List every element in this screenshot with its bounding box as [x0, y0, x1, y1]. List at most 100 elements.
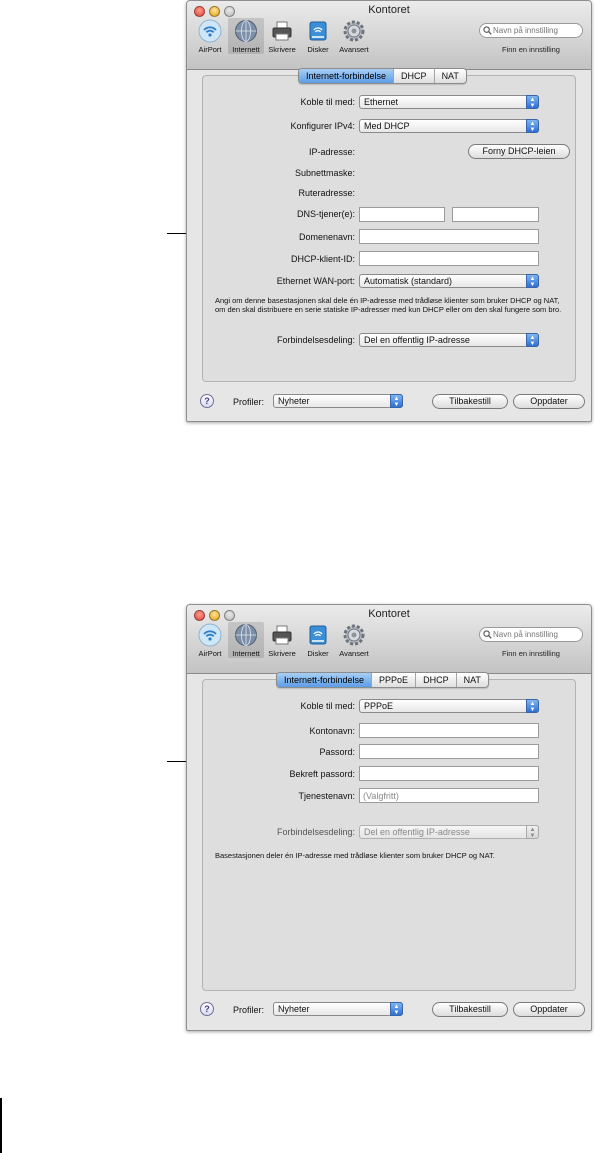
internet-globe-icon — [233, 622, 259, 648]
connection-sharing-note: Basestasjonen deler én IP-adresse med tr… — [215, 851, 495, 860]
toolbar-airport[interactable]: AirPort — [192, 622, 228, 658]
window-titlebar: Kontoret AirPort Internett Skrivere Disk… — [187, 1, 591, 70]
toolbar-internet[interactable]: Internett — [228, 622, 264, 658]
popup-arrows-icon: ▲ ▼ — [526, 699, 539, 713]
password-label: Passord: — [319, 747, 355, 757]
update-button[interactable]: Oppdater — [513, 394, 585, 409]
ip-address-label: IP-adresse: — [308, 147, 355, 157]
popup-arrows-icon: ▲ ▼ — [390, 394, 403, 408]
printer-icon — [269, 18, 295, 44]
airport-icon — [197, 18, 223, 44]
connection-sharing-popup[interactable]: Del en offentlig IP-adresse ▲ ▼ — [359, 333, 539, 347]
connection-sharing-popup[interactable]: Del en offentlig IP-adresse ▲ ▼ — [359, 825, 539, 839]
dns-server-2-field[interactable] — [452, 207, 539, 222]
tab-dhcp[interactable]: DHCP — [393, 69, 434, 83]
subnet-mask-label: Subnettmaske: — [294, 168, 355, 178]
tab-internet-connection[interactable]: Internett-forbindelse — [299, 69, 394, 83]
toolbar-advanced[interactable]: Avansert — [336, 622, 372, 658]
confirm-password-label: Bekreft passord: — [289, 769, 355, 779]
tab-nat[interactable]: NAT — [433, 69, 466, 83]
toolbar-disks[interactable]: Disker — [300, 18, 336, 54]
tab-pppoe[interactable]: PPPoE — [371, 673, 415, 687]
toolbar: AirPort Internett Skrivere Disker Avanse… — [192, 18, 372, 54]
settings-search-input[interactable] — [479, 627, 583, 642]
account-name-label: Kontonavn: — [309, 726, 355, 736]
domain-name-field[interactable] — [359, 229, 539, 244]
connection-sharing-value: Del en offentlig IP-adresse — [364, 827, 470, 837]
router-address-label: Ruteradresse: — [298, 188, 355, 198]
dns-servers-label: DNS-tjener(e): — [296, 209, 355, 219]
settings-search-input[interactable] — [479, 23, 583, 38]
search-icon — [483, 630, 492, 639]
profiles-value: Nyheter — [278, 1004, 310, 1014]
tab-bar: Internett-forbindelse DHCP NAT — [298, 68, 467, 84]
airport-utility-window-internet-pppoe: Kontoret AirPort Internett Skrivere Disk… — [186, 604, 592, 1031]
profiles-popup[interactable]: Nyheter ▲ ▼ — [273, 394, 403, 408]
window-title: Kontoret — [368, 4, 410, 16]
help-button[interactable]: ? — [200, 394, 214, 408]
confirm-password-field[interactable] — [359, 766, 539, 781]
airport-utility-window-internet-ethernet: Kontoret AirPort Internett Skrivere Disk… — [186, 0, 592, 422]
profiles-label: Profiler: — [233, 1005, 265, 1015]
toolbar-internet[interactable]: Internett — [228, 18, 264, 54]
profiles-value: Nyheter — [278, 396, 310, 406]
gear-icon — [341, 622, 367, 648]
internet-globe-icon — [233, 18, 259, 44]
toolbar-disks[interactable]: Disker — [300, 622, 336, 658]
update-button[interactable]: Oppdater — [513, 1002, 585, 1017]
domain-name-label: Domenenavn: — [298, 232, 355, 242]
popup-arrows-icon: ▲ ▼ — [526, 333, 539, 347]
connect-with-popup[interactable]: Ethernet ▲ ▼ — [359, 95, 539, 109]
disk-icon — [305, 18, 331, 44]
connect-with-label: Koble til med: — [300, 97, 355, 107]
popup-arrows-icon: ▲ ▼ — [390, 1002, 403, 1016]
connect-with-value: PPPoE — [364, 701, 394, 711]
configure-ipv4-value: Med DHCP — [364, 121, 410, 131]
renew-dhcp-lease-button[interactable]: Forny DHCP-leien — [468, 144, 570, 159]
search-icon — [483, 26, 492, 35]
tab-nat[interactable]: NAT — [455, 673, 488, 687]
ethernet-wan-port-label: Ethernet WAN-port: — [276, 276, 355, 286]
dhcp-client-id-label: DHCP-klient-ID: — [290, 254, 355, 264]
connection-sharing-label: Forbindelsesdeling: — [276, 827, 355, 837]
configure-ipv4-label: Konfigurer IPv4: — [290, 121, 355, 131]
disk-icon — [305, 622, 331, 648]
tab-bar: Internett-forbindelse PPPoE DHCP NAT — [276, 672, 489, 688]
toolbar-printers[interactable]: Skrivere — [264, 18, 300, 54]
dns-server-1-field[interactable] — [359, 207, 445, 222]
revert-button[interactable]: Tilbakestill — [432, 394, 508, 409]
toolbar-printers[interactable]: Skrivere — [264, 622, 300, 658]
help-button[interactable]: ? — [200, 1002, 214, 1016]
connection-sharing-value: Del en offentlig IP-adresse — [364, 335, 470, 345]
service-name-label: Tjenestenavn: — [298, 791, 355, 801]
popup-arrows-icon: ▲ ▼ — [526, 119, 539, 133]
window-title: Kontoret — [368, 608, 410, 620]
toolbar-advanced[interactable]: Avansert — [336, 18, 372, 54]
airport-icon — [197, 622, 223, 648]
service-name-field[interactable] — [359, 788, 539, 803]
toolbar: AirPort Internett Skrivere Disker Avanse… — [192, 622, 372, 658]
ethernet-wan-port-value: Automatisk (standard) — [364, 276, 453, 286]
revert-button[interactable]: Tilbakestill — [432, 1002, 508, 1017]
search-caption: Finn en innstilling — [502, 45, 560, 54]
page-margin-rule — [0, 1098, 2, 1153]
dhcp-client-id-field[interactable] — [359, 251, 539, 266]
gear-icon — [341, 18, 367, 44]
connect-with-label: Koble til med: — [300, 701, 355, 711]
ethernet-wan-port-popup[interactable]: Automatisk (standard) ▲ ▼ — [359, 274, 539, 288]
connection-sharing-note: Angi om denne basestasjonen skal dele én… — [215, 296, 562, 314]
window-titlebar: Kontoret AirPort Internett Skrivere Disk… — [187, 605, 591, 674]
profiles-popup[interactable]: Nyheter ▲ ▼ — [273, 1002, 403, 1016]
account-name-field[interactable] — [359, 723, 539, 738]
toolbar-airport[interactable]: AirPort — [192, 18, 228, 54]
connection-sharing-label: Forbindelsesdeling: — [276, 335, 355, 345]
configure-ipv4-popup[interactable]: Med DHCP ▲ ▼ — [359, 119, 539, 133]
search-caption: Finn en innstilling — [502, 649, 560, 658]
connect-with-popup[interactable]: PPPoE ▲ ▼ — [359, 699, 539, 713]
tab-internet-connection[interactable]: Internett-forbindelse — [277, 673, 372, 687]
printer-icon — [269, 622, 295, 648]
popup-arrows-icon: ▲ ▼ — [526, 274, 539, 288]
connect-with-value: Ethernet — [364, 97, 399, 107]
tab-dhcp[interactable]: DHCP — [415, 673, 456, 687]
password-field[interactable] — [359, 744, 539, 759]
